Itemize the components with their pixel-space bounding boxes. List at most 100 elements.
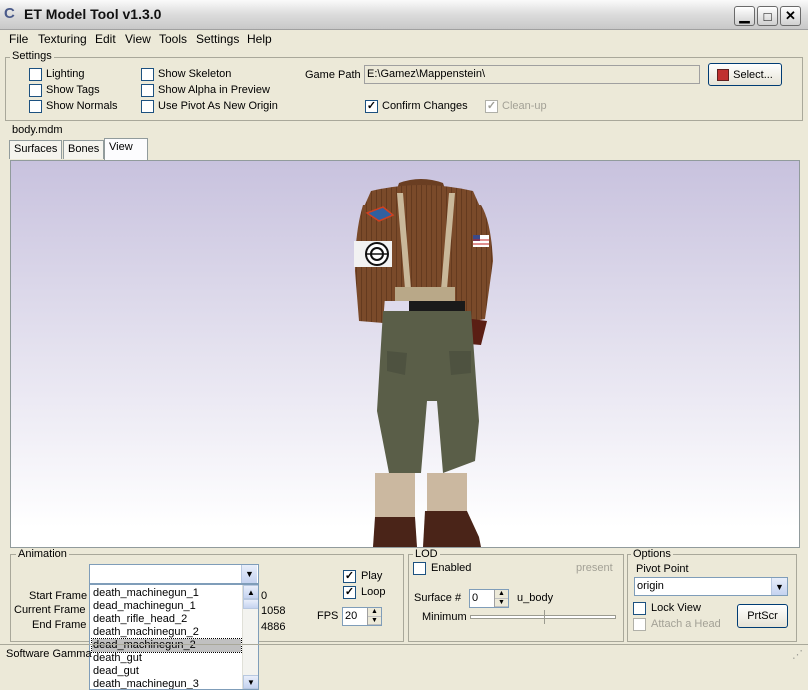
menu-file[interactable]: File bbox=[9, 32, 28, 46]
scroll-down-icon[interactable]: ▼ bbox=[243, 675, 258, 689]
animation-select[interactable] bbox=[89, 564, 259, 584]
show-normals-checkbox[interactable] bbox=[29, 100, 42, 113]
model-name: body.mdm bbox=[12, 124, 63, 136]
list-item[interactable]: death_machinegun_3 bbox=[92, 678, 241, 689]
options-title: Options bbox=[631, 548, 673, 560]
current-frame-value: 1058 bbox=[261, 605, 286, 617]
pivot-point-label: Pivot Point bbox=[636, 563, 689, 575]
menu-bar: File Texturing Edit View Tools Settings … bbox=[0, 30, 808, 48]
left-boot bbox=[373, 517, 417, 547]
dropdown-arrow-icon[interactable]: ▼ bbox=[771, 578, 787, 595]
fps-label: FPS bbox=[317, 610, 339, 622]
confirm-changes-checkbox[interactable]: ✓ bbox=[365, 100, 378, 113]
model-preview bbox=[354, 179, 493, 547]
show-alpha-checkbox[interactable] bbox=[141, 84, 154, 97]
loop-label: Loop bbox=[361, 586, 386, 598]
app-icon: C bbox=[4, 5, 15, 22]
select-folder-icon bbox=[717, 68, 730, 81]
show-skeleton-checkbox[interactable] bbox=[141, 68, 154, 81]
select-button[interactable]: Select... bbox=[708, 63, 782, 86]
attach-head-checkbox[interactable] bbox=[633, 618, 646, 631]
menu-settings[interactable]: Settings bbox=[196, 32, 239, 46]
lock-view-checkbox[interactable] bbox=[633, 602, 646, 615]
list-item[interactable]: dead_gut bbox=[92, 665, 241, 678]
left-gaiter bbox=[375, 473, 415, 519]
animation-list[interactable]: death_machinegun_1 dead_machinegun_1 dea… bbox=[89, 584, 259, 690]
use-pivot-label: Use Pivot As New Origin bbox=[158, 100, 278, 112]
end-frame-label: End Frame bbox=[32, 619, 87, 631]
start-frame-value: 0 bbox=[261, 590, 268, 602]
show-tags-label: Show Tags bbox=[46, 84, 100, 96]
scroll-thumb[interactable] bbox=[243, 599, 258, 609]
show-skeleton-label: Show Skeleton bbox=[158, 68, 232, 80]
use-pivot-checkbox[interactable] bbox=[141, 100, 154, 113]
select-button-label: Select... bbox=[733, 68, 773, 81]
tab-bones[interactable]: Bones bbox=[63, 140, 105, 159]
spin-down-icon[interactable]: ▼ bbox=[368, 617, 381, 625]
surface-spinner[interactable]: ▲ ▼ bbox=[494, 590, 508, 607]
lock-view-label: Lock View bbox=[651, 602, 701, 614]
spin-up-icon[interactable]: ▲ bbox=[368, 608, 381, 617]
loop-checkbox[interactable]: ✓ bbox=[343, 586, 356, 599]
attach-head-label: Attach a Head bbox=[651, 618, 721, 630]
menu-view[interactable]: View bbox=[125, 32, 151, 46]
play-label: Play bbox=[361, 570, 383, 582]
lod-present-label: present bbox=[576, 562, 613, 574]
pivot-point-select[interactable]: origin bbox=[634, 577, 788, 596]
game-path-field[interactable]: E:\Gamez\Mappenstein\ bbox=[364, 65, 700, 84]
menu-help[interactable]: Help bbox=[247, 32, 272, 46]
list-scrollbar[interactable]: ▲ ▼ bbox=[242, 585, 258, 689]
resize-grip-icon[interactable]: ⋰ bbox=[792, 648, 803, 661]
menu-tools[interactable]: Tools bbox=[159, 32, 187, 46]
list-item[interactable]: death_machinegun_2 bbox=[92, 626, 241, 639]
show-normals-label: Show Normals bbox=[46, 100, 118, 112]
spin-up-icon[interactable]: ▲ bbox=[495, 590, 508, 599]
prtscr-button[interactable]: PrtScr bbox=[737, 604, 788, 628]
list-item[interactable]: death_rifle_head_2 bbox=[92, 613, 241, 626]
surface-number-label: Surface # bbox=[414, 592, 462, 604]
list-item[interactable]: dead_machinegun_1 bbox=[92, 600, 241, 613]
title-bar: C ET Model Tool v1.3.0 ▁ □ ✕ bbox=[0, 0, 808, 30]
list-item[interactable]: death_machinegun_1 bbox=[92, 587, 241, 600]
end-frame-value: 4886 bbox=[261, 621, 286, 633]
start-frame-label: Start Frame bbox=[29, 590, 88, 602]
animation-title: Animation bbox=[16, 548, 69, 560]
settings-title: Settings bbox=[10, 50, 54, 62]
fps-spinner[interactable]: ▲ ▼ bbox=[367, 608, 381, 625]
cleanup-label: Clean-up bbox=[502, 100, 547, 112]
menu-texturing[interactable]: Texturing bbox=[38, 32, 87, 46]
lod-enabled-checkbox[interactable] bbox=[413, 562, 426, 575]
tab-surfaces[interactable]: Surfaces bbox=[9, 140, 63, 159]
confirm-changes-label: Confirm Changes bbox=[382, 100, 468, 112]
minimum-label: Minimum bbox=[422, 611, 467, 623]
tab-view[interactable]: View bbox=[104, 138, 148, 160]
surface-name: u_body bbox=[517, 592, 554, 604]
spin-down-icon[interactable]: ▼ bbox=[495, 599, 508, 607]
lighting-label: Lighting bbox=[46, 68, 85, 80]
status-text: Software Gamma bbox=[6, 648, 92, 660]
belt bbox=[395, 287, 455, 301]
minimum-slider-track[interactable] bbox=[470, 615, 616, 619]
minimize-button[interactable]: ▁ bbox=[734, 6, 755, 26]
minimum-slider-thumb[interactable] bbox=[544, 610, 550, 624]
dropdown-arrow-icon[interactable]: ▼ bbox=[241, 565, 257, 583]
status-bar: Software Gamma ⋰ bbox=[0, 644, 808, 662]
lighting-checkbox[interactable] bbox=[29, 68, 42, 81]
lod-title: LOD bbox=[413, 548, 440, 560]
current-frame-label: Current Frame bbox=[14, 604, 86, 616]
show-tags-checkbox[interactable] bbox=[29, 84, 42, 97]
cleanup-checkbox[interactable]: ✓ bbox=[485, 100, 498, 113]
maximize-button[interactable]: □ bbox=[757, 6, 778, 26]
show-alpha-label: Show Alpha in Preview bbox=[158, 84, 270, 96]
game-path-label: Game Path bbox=[305, 69, 361, 81]
menu-edit[interactable]: Edit bbox=[95, 32, 116, 46]
close-button[interactable]: ✕ bbox=[780, 6, 801, 26]
lod-enabled-label: Enabled bbox=[431, 562, 472, 574]
cargo-pocket bbox=[387, 351, 407, 375]
window-title: ET Model Tool v1.3.0 bbox=[24, 6, 162, 22]
right-boot bbox=[423, 511, 481, 547]
pants bbox=[377, 311, 479, 473]
model-viewport[interactable] bbox=[10, 160, 800, 548]
play-checkbox[interactable]: ✓ bbox=[343, 570, 356, 583]
scroll-up-icon[interactable]: ▲ bbox=[243, 585, 258, 599]
